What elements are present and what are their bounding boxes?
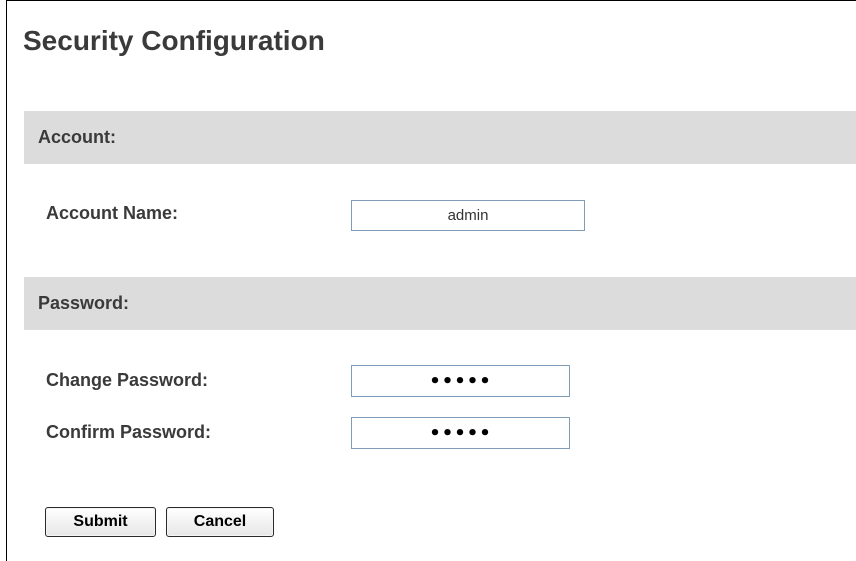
- change-password-input[interactable]: [351, 365, 570, 397]
- account-name-input[interactable]: [351, 200, 585, 231]
- cancel-button[interactable]: Cancel: [166, 507, 274, 537]
- account-section-label: Account:: [38, 127, 116, 147]
- submit-button[interactable]: Submit: [45, 507, 156, 537]
- change-password-label: Change Password:: [46, 370, 209, 390]
- password-section-label: Password:: [38, 293, 130, 313]
- confirm-password-input[interactable]: [351, 417, 570, 449]
- account-section-header: Account:: [24, 111, 856, 164]
- account-name-label: Account Name:: [46, 203, 179, 223]
- page-title: Security Configuration: [23, 25, 325, 56]
- password-section-header: Password:: [24, 277, 856, 330]
- confirm-password-label: Confirm Password:: [46, 422, 212, 442]
